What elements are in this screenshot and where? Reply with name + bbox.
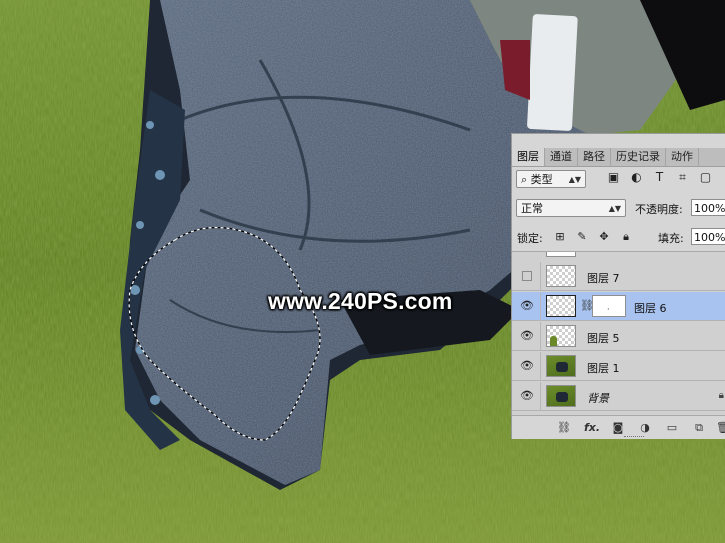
thumbnail-content xyxy=(556,362,568,372)
delete-layer-icon[interactable]: 🗑︎ xyxy=(716,421,725,435)
lock-move-icon[interactable]: ✥ xyxy=(598,231,610,243)
adjustment-layer-icon[interactable]: ◑ xyxy=(638,421,652,435)
chevron-updown-icon: ▲▼ xyxy=(568,175,581,184)
type-filter-icon[interactable]: T xyxy=(653,171,666,184)
layer-row-background[interactable]: 👁︎ 背景 🔒︎ xyxy=(512,382,725,411)
new-layer-icon[interactable]: ⧉ xyxy=(692,421,706,435)
lock-transparent-icon[interactable]: ⊞ xyxy=(554,231,566,243)
new-group-icon[interactable]: ▭ xyxy=(665,421,679,435)
tab-actions[interactable]: 动作 xyxy=(666,148,699,166)
layer-thumbnail xyxy=(546,295,576,317)
layer-thumbnail xyxy=(546,355,576,377)
layer-name: 图层 5 xyxy=(587,332,620,345)
resize-grip[interactable] xyxy=(624,436,644,439)
eye-icon[interactable]: 👁︎ xyxy=(520,330,534,342)
divider xyxy=(540,322,541,351)
layer-name: 图层 7 xyxy=(587,272,620,285)
divider xyxy=(540,382,541,411)
eye-icon[interactable]: 👁︎ xyxy=(520,360,534,372)
layer-thumbnail xyxy=(546,325,576,347)
add-mask-icon[interactable]: ◙ xyxy=(611,421,625,435)
divider xyxy=(540,292,541,321)
layer-mask-thumbnail[interactable]: · xyxy=(592,295,626,317)
thumbnail-content xyxy=(550,336,557,346)
lock-paint-icon[interactable]: ✎ xyxy=(576,231,588,243)
tab-layers[interactable]: 图层 xyxy=(512,148,545,166)
layers-panel-footer: ⛓︎ fx. ◙ ◑ ▭ ⧉ 🗑︎ xyxy=(512,415,725,439)
eye-icon[interactable]: 👁︎ xyxy=(520,300,534,312)
lock-icon: 🔒︎ xyxy=(718,390,724,401)
divider xyxy=(540,352,541,381)
panel-tabs: 图层 通道 路径 历史记录 动作 xyxy=(512,148,725,167)
opacity-field[interactable]: 100% xyxy=(691,199,725,216)
opacity-label: 不透明度: xyxy=(635,203,683,216)
filter-kind-label: 类型 xyxy=(530,173,553,186)
filter-kind-select[interactable]: ⌕ 类型 ▲▼ xyxy=(516,170,586,188)
tab-history[interactable]: 历史记录 xyxy=(611,148,666,166)
layer-row-6[interactable]: 👁︎ ⛓︎ · 图层 6 xyxy=(512,292,725,321)
layer-row-1[interactable]: 👁︎ 图层 1 xyxy=(512,352,725,381)
layer-row-5[interactable]: 👁︎ 图层 5 xyxy=(512,322,725,351)
layer-name: 图层 6 xyxy=(634,302,667,315)
shape-filter-icon[interactable]: ⌗ xyxy=(676,171,689,184)
adjustment-filter-icon[interactable]: ◐ xyxy=(630,171,643,184)
watermark-text: www.240PS.com xyxy=(268,288,453,314)
tab-paths[interactable]: 路径 xyxy=(578,148,611,166)
link-layers-icon[interactable]: ⛓︎ xyxy=(557,421,571,435)
fx-icon[interactable]: fx. xyxy=(584,421,600,435)
image-filter-icon[interactable]: ▣ xyxy=(607,171,620,184)
thumbnail-content xyxy=(556,392,568,402)
layer-thumbnail-partial xyxy=(546,252,576,257)
chevron-updown-icon: ▲▼ xyxy=(608,204,621,213)
layer-name: 图层 1 xyxy=(587,362,620,375)
smart-object-filter-icon[interactable]: ▢ xyxy=(699,171,712,184)
layer-thumbnail xyxy=(546,265,576,287)
fill-field[interactable]: 100% xyxy=(691,228,725,245)
layer-thumbnail xyxy=(546,385,576,407)
fill-label: 填充: xyxy=(658,232,684,245)
visibility-toggle-off[interactable] xyxy=(522,271,532,281)
tab-channels[interactable]: 通道 xyxy=(545,148,578,166)
lock-all-icon[interactable]: 🔒︎ xyxy=(620,231,632,243)
search-icon: ⌕ xyxy=(521,173,528,186)
layer-name: 背景 xyxy=(587,392,609,405)
blend-mode-select[interactable]: 正常 ▲▼ xyxy=(516,199,626,217)
layer-row-7[interactable]: 图层 7 xyxy=(512,262,725,291)
eye-icon[interactable]: 👁︎ xyxy=(520,390,534,402)
divider xyxy=(540,262,541,291)
mask-dot-icon: · xyxy=(607,305,610,314)
lock-label: 锁定: xyxy=(517,232,543,245)
blend-mode-value: 正常 xyxy=(521,202,543,215)
layers-list: 图层 7 👁︎ ⛓︎ · 图层 6 👁︎ 图层 5 👁︎ 图层 1 👁︎ 背景 … xyxy=(512,251,725,415)
layers-panel[interactable]: 图层 通道 路径 历史记录 动作 ⌕ 类型 ▲▼ ▣ ◐ T ⌗ ▢ 正常 ▲▼… xyxy=(511,133,725,439)
